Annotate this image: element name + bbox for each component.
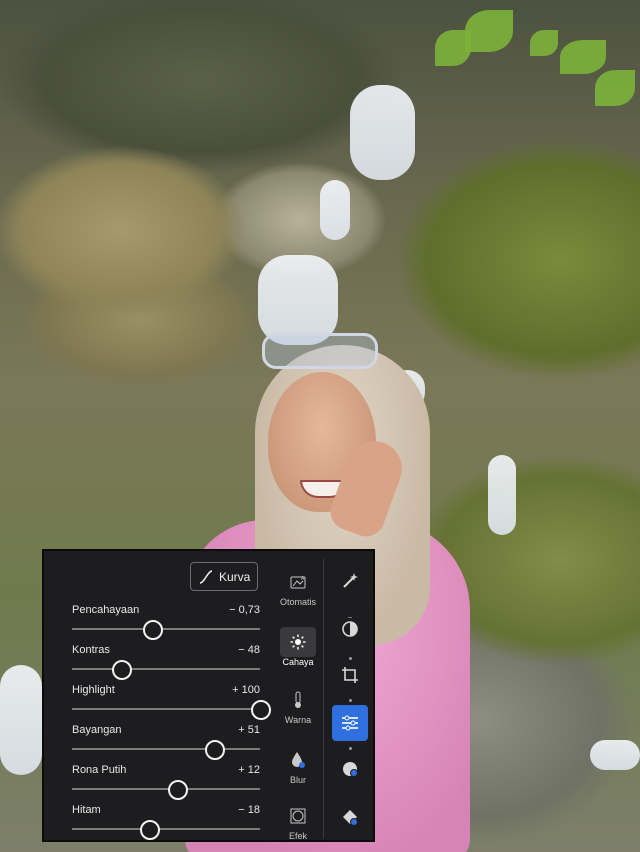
slider-thumb[interactable] xyxy=(142,620,163,640)
adjust-sliders-icon xyxy=(342,715,358,731)
slider-track[interactable] xyxy=(72,708,260,710)
slider-value: − 18 xyxy=(238,804,260,816)
slider-value: + 51 xyxy=(238,724,260,736)
slider-thumb[interactable] xyxy=(251,700,271,720)
tool-label: Otomatis xyxy=(279,597,316,607)
slider-label: Pencahayaan xyxy=(72,604,140,616)
slider-thumb[interactable] xyxy=(204,740,225,760)
slider-label: Rona Putih xyxy=(72,764,127,776)
vertical-tool-strip xyxy=(326,551,375,844)
thermometer-icon xyxy=(295,691,301,708)
slider-track[interactable] xyxy=(72,748,260,750)
curve-button[interactable]: Kurva xyxy=(190,562,258,591)
slider-bayangan[interactable]: Bayangan + 51 xyxy=(72,724,260,760)
slider-thumb[interactable] xyxy=(140,820,161,840)
heal-button[interactable] xyxy=(332,799,368,835)
slider-label: Bayangan xyxy=(72,724,122,736)
tool-label: Efek xyxy=(288,831,307,841)
tool-blur[interactable]: Blur xyxy=(273,745,323,785)
slider-track[interactable] xyxy=(72,828,260,830)
slider-kontras[interactable]: Kontras − 48 xyxy=(72,644,260,680)
tool-label: Cahaya xyxy=(282,657,314,667)
panel-divider xyxy=(323,559,324,839)
tool-label: Warna xyxy=(284,715,312,725)
presets-button[interactable] xyxy=(332,751,368,787)
crop-icon xyxy=(342,667,358,683)
tool-otomatis[interactable]: A Otomatis xyxy=(273,567,323,607)
slider-thumb[interactable] xyxy=(111,660,132,680)
slider-highlight[interactable]: Highlight + 100 xyxy=(72,684,271,720)
slider-track[interactable] xyxy=(72,628,260,630)
light-adjustment-panel: Kurva Pencahayaan − 0,73 Kontras − 48 Highli… xyxy=(42,549,375,842)
mask-icon xyxy=(342,621,358,637)
tool-cahaya[interactable]: Cahaya xyxy=(273,627,323,667)
slider-label: Kontras xyxy=(72,644,110,656)
crop-button[interactable] xyxy=(332,657,368,693)
curve-icon xyxy=(199,569,213,584)
magic-wand-icon xyxy=(343,573,358,588)
slider-value: + 12 xyxy=(238,764,260,776)
tool-column: A Otomatis Cahaya Warna Blur Efek xyxy=(273,551,323,844)
droplet-icon xyxy=(292,752,305,768)
magic-wand-button[interactable] xyxy=(332,563,368,599)
curve-button-label: Kurva xyxy=(219,569,251,584)
tool-warna[interactable]: Warna xyxy=(273,685,323,725)
slider-pencahayaan[interactable]: Pencahayaan − 0,73 xyxy=(72,604,260,640)
slider-hitam[interactable]: Hitam − 18 xyxy=(72,804,260,840)
slider-value: − 48 xyxy=(238,644,260,656)
slider-label: Hitam xyxy=(72,804,101,816)
heal-icon xyxy=(343,810,358,826)
slider-track[interactable] xyxy=(72,788,260,790)
slider-rona-putih[interactable]: Rona Putih + 12 xyxy=(72,764,260,800)
slider-value: − 0,73 xyxy=(229,604,260,616)
vignette-icon xyxy=(290,808,306,824)
slider-label: Highlight xyxy=(72,684,115,696)
slider-thumb[interactable] xyxy=(168,780,189,800)
adjust-button[interactable] xyxy=(332,705,368,741)
slider-value: + 100 xyxy=(232,684,260,696)
tool-efek[interactable]: Efek xyxy=(273,801,323,841)
slider-track[interactable] xyxy=(72,668,260,670)
auto-icon: A xyxy=(290,576,306,589)
mask-button[interactable] xyxy=(332,611,368,647)
sun-icon xyxy=(290,634,306,650)
tool-label: Blur xyxy=(289,775,306,785)
presets-icon xyxy=(343,762,358,777)
